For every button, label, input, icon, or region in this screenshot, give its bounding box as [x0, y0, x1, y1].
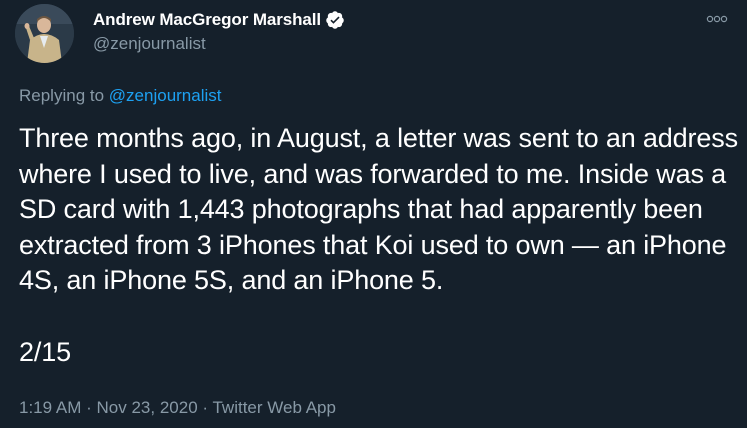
meta-separator: ·	[202, 398, 209, 417]
more-options-icon	[706, 15, 728, 23]
more-options-button[interactable]	[703, 11, 731, 27]
verified-badge-icon	[325, 10, 345, 30]
tweet-text: Three months ago, in August, a letter wa…	[19, 123, 738, 295]
thread-counter: 2/15	[19, 336, 71, 367]
tweet-card: Andrew MacGregor Marshall @zenjournalist…	[0, 0, 747, 428]
tweet-body: Three months ago, in August, a letter wa…	[19, 121, 739, 370]
author-display-name[interactable]: Andrew MacGregor Marshall	[93, 10, 321, 30]
author-avatar[interactable]	[15, 4, 74, 63]
reply-context: Replying to @zenjournalist	[19, 86, 222, 106]
author-name-row: Andrew MacGregor Marshall	[93, 8, 345, 32]
author-handle[interactable]: @zenjournalist	[93, 34, 206, 54]
profile-photo-icon	[15, 4, 74, 63]
meta-separator: ·	[86, 398, 92, 417]
reply-mention-link[interactable]: @zenjournalist	[109, 86, 222, 105]
tweet-date[interactable]: Nov 23, 2020	[97, 398, 198, 417]
tweet-source[interactable]: Twitter Web App	[212, 398, 335, 417]
tweet-metadata: 1:19 AM · Nov 23, 2020 · Twitter Web App	[19, 398, 336, 418]
reply-context-prefix: Replying to	[19, 86, 105, 105]
tweet-time[interactable]: 1:19 AM	[19, 398, 81, 417]
